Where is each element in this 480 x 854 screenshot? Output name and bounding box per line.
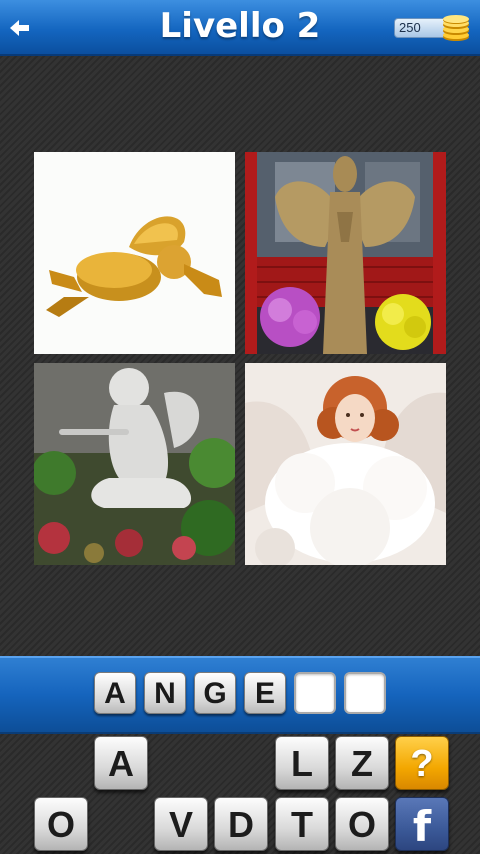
back-button[interactable]: [8, 14, 32, 42]
answer-slot-4[interactable]: E: [244, 672, 286, 714]
header-bar: Livello 2 250: [0, 0, 480, 56]
letter-tile[interactable]: L: [275, 736, 329, 790]
answer-slot-3[interactable]: G: [194, 672, 236, 714]
letter-tile[interactable]: O: [34, 797, 88, 851]
answer-slot-2[interactable]: N: [144, 672, 186, 714]
letter-tile[interactable]: A: [94, 736, 148, 790]
golden-cherub-image: [34, 152, 235, 354]
letter-tile[interactable]: Z: [335, 736, 389, 790]
clue-picture-4[interactable]: [245, 363, 446, 565]
straw-angel-image: [245, 152, 446, 354]
letter-tile[interactable]: D: [214, 797, 268, 851]
letter-tile[interactable]: T: [275, 797, 329, 851]
answer-bar: [0, 656, 480, 734]
letter-tile[interactable]: O: [335, 797, 389, 851]
hint-button[interactable]: ?: [395, 736, 449, 790]
answer-slot-6[interactable]: [344, 672, 386, 714]
arrow-left-icon: [10, 20, 29, 36]
cherub-statue-image: [34, 363, 235, 565]
level-title: Livello 2: [159, 6, 321, 46]
clue-picture-1[interactable]: [34, 152, 235, 354]
facebook-share-button[interactable]: f: [395, 797, 449, 851]
angel-doll-image: [245, 363, 446, 565]
letter-tile[interactable]: V: [154, 797, 208, 851]
clue-picture-3[interactable]: [34, 363, 235, 565]
answer-slot-5[interactable]: [294, 672, 336, 714]
answer-slot-1[interactable]: A: [94, 672, 136, 714]
clue-picture-2[interactable]: [245, 152, 446, 354]
gold-coins-icon: [440, 14, 472, 42]
